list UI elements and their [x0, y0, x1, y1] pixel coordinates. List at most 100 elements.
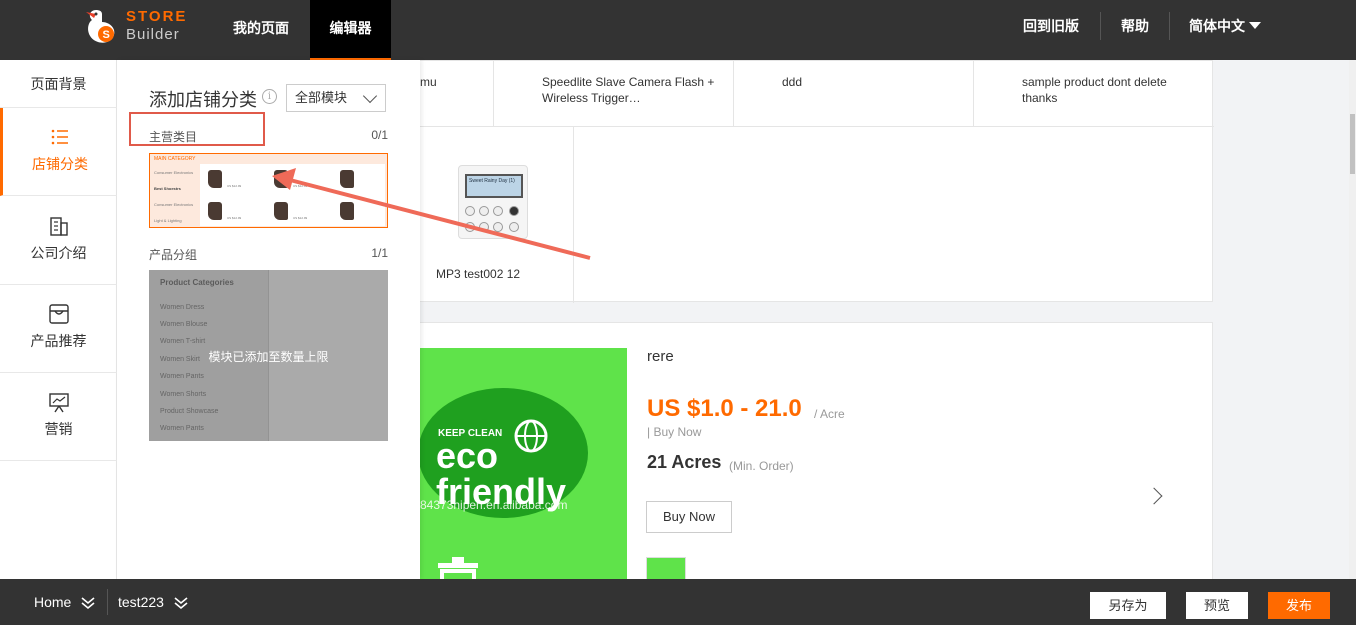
- box-icon: [48, 304, 69, 324]
- group-main-category-count: 0/1: [371, 128, 388, 142]
- left-sidebar: 页面背景 店铺分类 公司介绍 产品推荐 营销: [0, 60, 117, 579]
- min-order-quantity: 21 Acres: [647, 452, 722, 472]
- product-name[interactable]: rere: [647, 348, 674, 365]
- thumb-price: US $12.99: [227, 184, 242, 188]
- price-unit: / Acre: [814, 407, 845, 421]
- product-cell[interactable]: Speedlite Slave Camera Flash + Wireless …: [494, 61, 734, 127]
- image-watermark: 84373hipen.en.alibaba.com: [420, 498, 568, 512]
- panel-title: 添加店铺分类: [149, 90, 257, 110]
- help-link[interactable]: 帮助: [1121, 0, 1149, 52]
- sidebar-item-store-category[interactable]: 店铺分类: [0, 108, 117, 196]
- thumb-price: US $12.99: [293, 216, 308, 220]
- mp3-button: [509, 206, 519, 216]
- product-title: ddd: [782, 75, 803, 89]
- double-chevron-down-icon[interactable]: [173, 596, 189, 610]
- boot-image: [274, 202, 288, 220]
- mp3-screen-text: Sweet Rainy Day (1): [469, 178, 515, 184]
- thumb-price: US $12.99: [227, 216, 242, 220]
- limit-reached-overlay: 模块已添加至数量上限: [149, 270, 388, 441]
- sidebar-item-label: 店铺分类: [32, 156, 88, 172]
- mp3-product-title: MP3 test002 12: [436, 267, 521, 281]
- product-title: sample product dont delete thanks: [1022, 75, 1167, 105]
- product-thumbnail[interactable]: [646, 557, 686, 579]
- boot-image: [340, 170, 354, 188]
- product-title: Speedlite Slave Camera Flash + Wireless …: [542, 75, 715, 105]
- sidebar-item-page-background[interactable]: 页面背景: [0, 60, 117, 108]
- product-cell[interactable]: sample product dont delete thanks: [974, 61, 1214, 127]
- thumb-product-grid: US $12.99 US $12.99 US $12.99 US $12.99: [200, 164, 385, 226]
- product-price: US $1.0 - 21.0: [647, 395, 802, 422]
- mp3-button: [509, 222, 519, 232]
- separator: [1169, 12, 1170, 40]
- mp3-button: [465, 206, 475, 216]
- svg-text:S: S: [103, 29, 110, 41]
- scrollbar-thumb[interactable]: [1350, 114, 1355, 174]
- nav-editor[interactable]: 编辑器: [310, 0, 391, 60]
- buy-now-button[interactable]: Buy Now: [646, 501, 732, 533]
- nav-my-page[interactable]: 我的页面: [218, 0, 304, 58]
- limit-reached-text: 模块已添加至数量上限: [208, 350, 329, 364]
- save-as-button[interactable]: 另存为: [1090, 592, 1166, 619]
- mp3-button: [479, 206, 489, 216]
- boot-image: [208, 202, 222, 220]
- buy-now-link[interactable]: | Buy Now: [647, 425, 701, 439]
- mp3-button: [465, 222, 475, 232]
- module-filter-select[interactable]: 全部模块: [286, 84, 386, 112]
- group-product-group-count: 1/1: [371, 246, 388, 260]
- trash-can-icon: [438, 557, 478, 579]
- mp3-button: [493, 206, 503, 216]
- thumb-header: MAIN CATEGORY: [154, 156, 196, 162]
- mp3-button: [493, 222, 503, 232]
- double-chevron-down-icon[interactable]: [80, 596, 96, 610]
- thumb-side-item: Consumer Electronics: [154, 170, 194, 175]
- caret-down-icon: [1249, 22, 1261, 29]
- home-page-selector[interactable]: Home: [34, 579, 71, 625]
- sidebar-item-label: 公司介绍: [30, 245, 87, 261]
- presentation-icon: [48, 393, 69, 413]
- thumb-price: US $12.99: [293, 184, 308, 188]
- group-product-group-label: 产品分组: [149, 248, 198, 262]
- sidebar-item-marketing[interactable]: 营销: [0, 373, 117, 461]
- page-selector[interactable]: test223: [118, 579, 164, 625]
- sidebar-item-product-recommend[interactable]: 产品推荐: [0, 285, 117, 373]
- sidebar-item-label: 营销: [44, 421, 73, 437]
- sidebar-item-company-intro[interactable]: 公司介绍: [0, 197, 117, 285]
- thumb-side-item: Light & Lighting: [154, 218, 182, 223]
- store-builder-logo[interactable]: S STORE Builder: [82, 4, 202, 48]
- page-label: test223: [118, 594, 164, 610]
- preview-button[interactable]: 预览: [1186, 592, 1248, 619]
- language-label: 简体中文: [1189, 18, 1245, 34]
- separator: [107, 589, 108, 615]
- mp3-screen: Sweet Rainy Day (1): [465, 174, 523, 198]
- chevron-right-icon[interactable]: [1145, 487, 1163, 505]
- logo-text-store: STORE: [126, 8, 188, 25]
- group-main-category-label: 主营类目: [149, 130, 198, 144]
- main-category-module-thumbnail[interactable]: MAIN CATEGORY Consumer Electronics Best …: [149, 153, 388, 228]
- thumb-side-item: Consumer Electronics: [154, 202, 194, 207]
- product-cell[interactable]: ddd: [734, 61, 974, 127]
- boot-image: [208, 170, 222, 188]
- chevron-down-icon: [362, 88, 378, 104]
- boot-image: [340, 202, 354, 220]
- add-category-panel: 添加店铺分类 i 全部模块 主营类目 0/1 MAIN CATEGORY Con…: [117, 60, 420, 579]
- vertical-scrollbar[interactable]: [1349, 60, 1356, 579]
- mp3-button: [479, 222, 489, 232]
- old-version-link[interactable]: 回到旧版: [1023, 0, 1079, 52]
- module-select-value: 全部模块: [295, 90, 348, 105]
- boot-image: [274, 170, 288, 188]
- mp3-player-image: Sweet Rainy Day (1): [458, 165, 528, 239]
- building-icon: [49, 217, 68, 236]
- sidebar-item-label: 产品推荐: [30, 333, 87, 349]
- top-bar: S STORE Builder 我的页面 编辑器 回到旧版 帮助 简体中文: [0, 0, 1356, 60]
- bottom-bar: Home test223 另存为 预览 发布: [0, 579, 1356, 625]
- product-group-module-thumbnail: Product Categories Women Dress Women Blo…: [149, 270, 388, 441]
- logo-bird-icon: S: [86, 10, 115, 43]
- language-selector[interactable]: 简体中文: [1189, 0, 1261, 52]
- list-icon: [51, 129, 68, 145]
- info-icon[interactable]: i: [262, 89, 277, 104]
- publish-button[interactable]: 发布: [1268, 592, 1330, 619]
- sidebar-item-label: 页面背景: [30, 76, 87, 92]
- home-label: Home: [34, 594, 72, 610]
- thumb-side-item: Best Shoestrs: [154, 186, 181, 191]
- separator: [1100, 12, 1101, 40]
